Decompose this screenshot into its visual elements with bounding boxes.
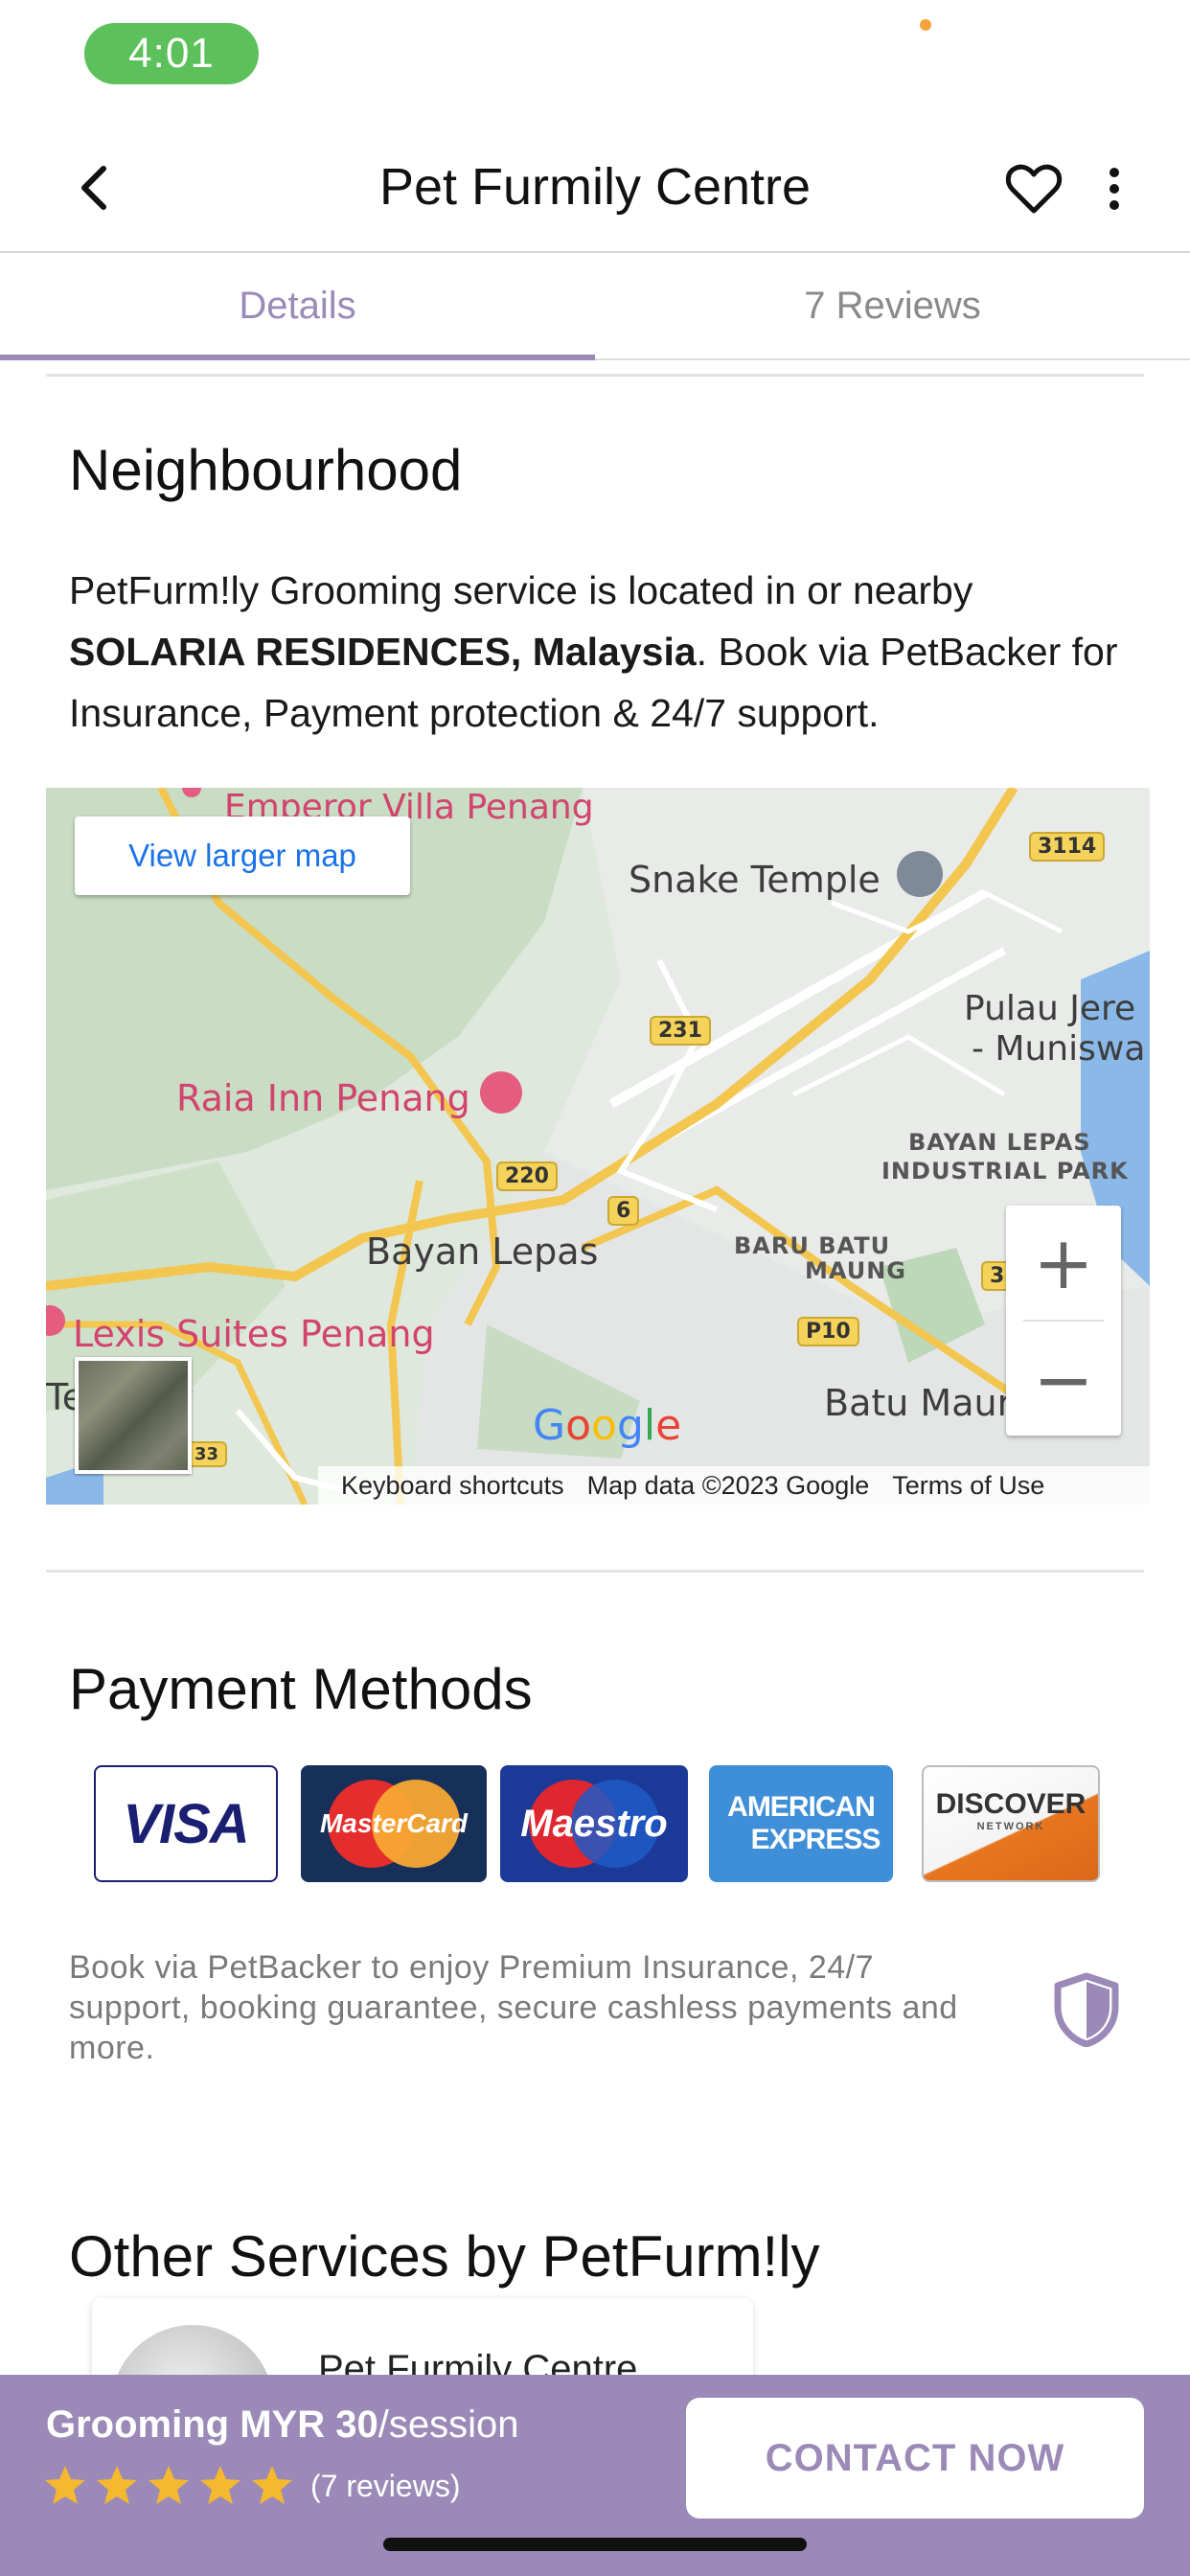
american-express-logo: AMERICAN EXPRESS [709,1765,893,1882]
map-label-snake-temple: Snake Temple [629,859,881,901]
star-icon [252,2466,292,2504]
favorite-button[interactable] [1004,159,1064,218]
map-label-bayan-lepas-industrial: BAYAN LEPAS [908,1129,1091,1156]
home-indicator [383,2538,807,2551]
more-options-button[interactable] [1100,159,1129,218]
payment-methods-title: Payment Methods [69,1657,533,1721]
map-label-lexis-suites: Lexis Suites Penang [73,1313,435,1355]
status-indicator-dot [920,19,931,31]
other-services-title: Other Services by PetFurm!ly [69,2224,820,2288]
heart-icon [1005,164,1063,214]
map-label-maung: MAUNG [805,1257,906,1284]
star-icon [45,2466,85,2504]
mastercard-logo: MasterCard [301,1765,487,1882]
status-bar: 4:01 [0,0,1190,125]
location-name: SOLARIA RESIDENCES, Malaysia [69,630,697,674]
shield-icon [1054,1972,1119,2047]
map-zoom-control: + − [1006,1206,1121,1436]
map-label-pulau-jerejak: Pulau Jere [964,989,1136,1028]
discover-logo: DISCOVER NETWORK [922,1765,1100,1882]
status-time: 4:01 [84,23,259,84]
map-label-baru-batu: BARU BATU [734,1232,891,1259]
satellite-view-toggle[interactable] [75,1357,192,1474]
road-badge-220: 220 [496,1162,558,1191]
payment-protection-note: Book via PetBacker to enjoy Premium Insu… [69,1949,958,2066]
star-icon [200,2466,240,2504]
tab-bar: Details 7 Reviews [0,253,1190,360]
maestro-logo: Maestro [500,1765,688,1882]
terms-of-use-link[interactable]: Terms of Use [892,1471,1044,1501]
contact-now-button[interactable]: CONTACT NOW [686,2398,1144,2518]
map-label-muniswaran: - Muniswa [972,1029,1146,1069]
review-count[interactable]: (7 reviews) [310,2469,460,2504]
section-divider [46,1570,1144,1573]
tab-reviews[interactable]: 7 Reviews [595,253,1190,358]
more-vertical-icon [1110,168,1119,210]
zoom-separator [1023,1320,1104,1322]
road-badge-6: 6 [607,1196,640,1226]
map-label-industrial-park: INDUSTRIAL PARK [881,1158,1129,1184]
star-icon [149,2466,189,2504]
road-badge-3114: 3114 [1029,832,1106,862]
map-label-batu-maung: Batu Maur [824,1382,1013,1424]
map-label-raia-inn: Raia Inn Penang [176,1077,470,1119]
tab-details[interactable]: Details [0,253,595,360]
google-logo: Google [533,1401,682,1450]
rating-stars: (7 reviews) [42,2463,460,2509]
zoom-in-button[interactable]: + [1006,1206,1121,1319]
view-larger-map-link[interactable]: View larger map [75,816,410,895]
visa-logo: VISA [94,1765,278,1882]
star-icon [97,2466,137,2504]
neighbourhood-description: PetFurm!ly Grooming service is located i… [69,568,1118,735]
zoom-out-button[interactable]: − [1006,1322,1121,1436]
road-badge-231: 231 [650,1016,711,1046]
road-badge-p10: P10 [797,1317,859,1346]
booking-bar: Grooming MYR 30/session (7 reviews) CONT… [0,2375,1190,2576]
neighbourhood-title: Neighbourhood [69,438,463,502]
map-footer: Keyboard shortcuts Map data ©2023 Google… [318,1466,1150,1505]
service-price: Grooming MYR 30/session [46,2404,519,2446]
map-data-attribution: Map data ©2023 Google [586,1470,870,1500]
app-header: Pet Furmily Centre [0,125,1190,253]
section-divider [46,374,1144,377]
road-badge-33: 33 [186,1441,228,1467]
location-map[interactable]: Emperor Villa Penang Snake Temple Pulau … [46,788,1150,1505]
map-label-bayan-lepas: Bayan Lepas [366,1230,599,1273]
keyboard-shortcuts-link[interactable]: Keyboard shortcuts [341,1471,564,1501]
